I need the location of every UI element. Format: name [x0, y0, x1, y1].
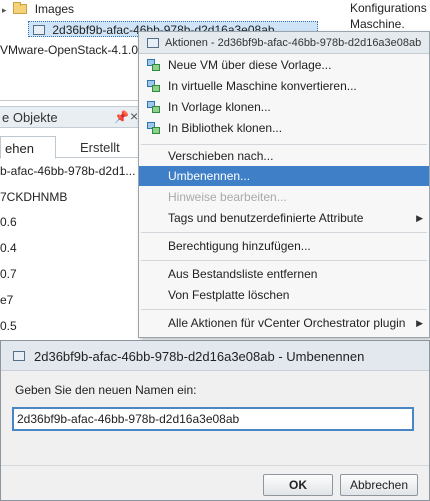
menu-separator — [141, 144, 427, 145]
tab-objects[interactable]: ehen — [0, 136, 56, 159]
menu-item-clone-template[interactable]: In Vorlage klonen... — [139, 97, 429, 117]
menu-item-remove-inventory[interactable]: Aus Bestandsliste entfernen — [139, 264, 429, 284]
menu-item-label: Verschieben nach... — [168, 149, 274, 163]
menu-item-delete-from-disk[interactable]: Von Festplatte löschen — [139, 285, 429, 305]
list-item[interactable]: 0.7 — [0, 265, 140, 283]
context-menu-header: Aktionen - 2d36bf9b-afac-46bb-978b-d2d16… — [139, 32, 429, 54]
close-icon[interactable]: × — [130, 108, 138, 124]
menu-item-label: Alle Aktionen für vCenter Orchestrator p… — [168, 316, 406, 330]
submenu-arrow-icon: ▶ — [416, 318, 423, 328]
objects-panel-title: e Objekte — [2, 110, 58, 125]
pin-icon[interactable]: 📌 — [114, 110, 129, 124]
tree-item-images[interactable]: ▸ Images — [2, 1, 74, 17]
info-line: Maschine. — [350, 17, 405, 31]
tree-item-openstack[interactable]: VMware-OpenStack-4.1.0.0 — [0, 42, 148, 58]
info-panel-text: Konfigurations Maschine. — [350, 0, 430, 32]
dialog-title: 2d36bf9b-afac-46bb-978b-d2d16a3e08ab - U… — [34, 349, 365, 364]
info-line: Konfigurations — [350, 1, 427, 15]
convert-vm-icon — [147, 79, 161, 93]
tree-item-label: Images — [34, 2, 75, 16]
menu-item-label: In Bibliothek klonen... — [168, 121, 283, 135]
menu-item-edit-notes: Hinweise bearbeiten... — [139, 187, 429, 207]
tab-created[interactable]: Erstellt — [80, 140, 120, 155]
list-item[interactable]: 0.6 — [0, 213, 140, 231]
menu-item-move-to[interactable]: Verschieben nach... — [139, 146, 429, 166]
menu-separator — [141, 260, 427, 261]
list-item[interactable]: 0.4 — [0, 239, 140, 257]
vm-template-icon — [147, 38, 159, 48]
list-item[interactable]: e7 — [0, 291, 140, 309]
folder-icon — [13, 2, 28, 14]
menu-item-new-vm[interactable]: Neue VM über diese Vorlage... — [139, 55, 429, 75]
objects-tabs: ehen Erstellt — [0, 132, 140, 159]
menu-item-label: Hinweise bearbeiten... — [168, 190, 287, 204]
menu-item-clone-library[interactable]: In Bibliothek klonen... — [139, 118, 429, 138]
vm-template-icon — [13, 351, 25, 361]
menu-item-label: In virtuelle Maschine konvertieren... — [168, 79, 357, 93]
vm-template-icon — [33, 25, 45, 35]
menu-separator — [141, 232, 427, 233]
objects-panel-header: e Objekte 📌 × — [0, 106, 140, 128]
menu-item-label: Aus Bestandsliste entfernen — [168, 267, 318, 281]
cancel-button[interactable]: Abbrechen — [340, 474, 418, 496]
context-menu: Aktionen - 2d36bf9b-afac-46bb-978b-d2d16… — [138, 31, 430, 338]
new-name-label: Geben Sie den neuen Namen ein: — [15, 383, 197, 397]
clone-library-icon — [147, 121, 161, 135]
list-item[interactable]: b-afac-46bb-978b-d2d1... — [0, 162, 140, 180]
rename-dialog: 2d36bf9b-afac-46bb-978b-d2d16a3e08ab - U… — [0, 340, 430, 501]
menu-item-convert-to-vm[interactable]: In virtuelle Maschine konvertieren... — [139, 76, 429, 96]
menu-item-tags-attributes[interactable]: Tags und benutzerdefinierte Attribute ▶ — [139, 208, 429, 228]
list-item[interactable]: 0.5 — [0, 317, 140, 335]
clone-template-icon — [147, 100, 161, 114]
menu-separator — [141, 309, 427, 310]
context-menu-title: Aktionen - 2d36bf9b-afac-46bb-978b-d2d16… — [165, 37, 422, 49]
menu-item-label: In Vorlage klonen... — [168, 100, 271, 114]
menu-item-label: Umbenennen... — [168, 169, 251, 183]
ok-button[interactable]: OK — [263, 474, 333, 496]
menu-item-label: Berechtigung hinzufügen... — [168, 239, 311, 253]
list-item[interactable]: 7CKDHNMB — [0, 188, 140, 206]
new-name-input[interactable] — [12, 407, 414, 431]
new-vm-icon — [147, 58, 161, 72]
pane-divider[interactable] — [0, 100, 140, 101]
menu-item-label: Tags und benutzerdefinierte Attribute — [168, 211, 364, 225]
dialog-titlebar[interactable]: 2d36bf9b-afac-46bb-978b-d2d16a3e08ab - U… — [1, 341, 429, 371]
expand-toggle-icon[interactable]: ▸ — [2, 2, 10, 18]
menu-item-label: Neue VM über diese Vorlage... — [168, 58, 332, 72]
tree-item-label: VMware-OpenStack-4.1.0.0 — [0, 43, 149, 57]
menu-item-label: Von Festplatte löschen — [168, 288, 290, 302]
submenu-arrow-icon: ▶ — [416, 213, 423, 223]
dialog-divider — [1, 465, 429, 466]
menu-item-add-permission[interactable]: Berechtigung hinzufügen... — [139, 236, 429, 256]
menu-item-rename[interactable]: Umbenennen... — [139, 166, 429, 186]
menu-item-orchestrator-actions[interactable]: Alle Aktionen für vCenter Orchestrator p… — [139, 313, 429, 333]
